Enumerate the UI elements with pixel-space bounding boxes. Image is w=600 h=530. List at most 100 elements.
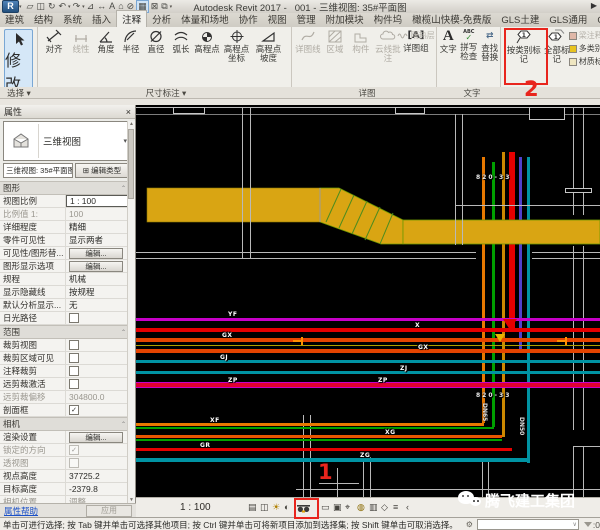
panel-label-text[interactable]: 文字 bbox=[440, 87, 504, 99]
riser-tag[interactable]: DN50 bbox=[518, 417, 525, 435]
pipe-tag[interactable]: X bbox=[415, 323, 420, 329]
tab-manage[interactable]: 管理 bbox=[292, 11, 321, 27]
pipe-tag[interactable]: ZG bbox=[360, 453, 370, 459]
pipe-gx-1[interactable] bbox=[136, 338, 600, 342]
type-selector[interactable]: 三维视图 ▾ bbox=[3, 121, 131, 161]
pipe-bottom-red[interactable] bbox=[136, 448, 512, 451]
pipe-bottom-orange-2[interactable] bbox=[136, 435, 502, 438]
spot-slope-button[interactable]: 高程点坡度 bbox=[253, 29, 284, 63]
target-elevation-value[interactable]: -2379.8 bbox=[66, 483, 129, 495]
undo-caret-icon[interactable]: ▾ bbox=[68, 4, 71, 10]
pipe-tag[interactable]: ZJ bbox=[400, 366, 408, 372]
find-replace-button[interactable]: ⇄ 查找替换 bbox=[480, 29, 500, 62]
pipe-x[interactable] bbox=[136, 328, 600, 332]
sun-path-icon[interactable]: ☀ bbox=[272, 502, 280, 513]
tab-systems[interactable]: 系统 bbox=[58, 11, 87, 27]
pipe-zp[interactable] bbox=[136, 383, 600, 387]
section-graphics[interactable]: 图形⌃ bbox=[0, 181, 129, 195]
panel-label-select[interactable]: 选择 ▾ bbox=[0, 87, 38, 99]
section-box-checkbox[interactable]: ✓ bbox=[69, 405, 79, 415]
red-wye-fitting[interactable] bbox=[503, 319, 517, 330]
pipe-tag[interactable]: YF bbox=[228, 312, 237, 318]
detail-level-icon[interactable]: ▤ bbox=[248, 502, 257, 513]
tab-gls-general[interactable]: GLS通用 bbox=[544, 11, 592, 27]
text-button[interactable]: A 文字 bbox=[439, 29, 458, 54]
drawing-viewport[interactable]: YF X GX GX GJ ZJ ZP ZP XF XG GR ZG 820-3… bbox=[136, 105, 600, 497]
spot-elevation-button[interactable]: 高程点 bbox=[194, 29, 220, 54]
temp-view-props-icon[interactable]: ▥ bbox=[369, 502, 378, 513]
detail-line-button[interactable]: 详图线 bbox=[295, 29, 321, 54]
constraints-icon[interactable]: ≡ bbox=[393, 502, 398, 512]
tab-insert[interactable]: 插入 bbox=[87, 11, 116, 27]
unlocked-view-icon[interactable]: ⌖ bbox=[345, 502, 350, 513]
pipe-bottom-green-2[interactable] bbox=[136, 439, 502, 441]
visual-style-icon[interactable]: ◫ bbox=[260, 502, 269, 513]
pipe-olive[interactable] bbox=[136, 345, 600, 346]
view-instance-combo[interactable]: 三维视图: 35#平面图∨ bbox=[3, 163, 73, 178]
scroll-up-icon[interactable]: ▲ bbox=[128, 121, 135, 127]
apply-button[interactable]: 应用 bbox=[86, 505, 132, 517]
crop-region-icon[interactable]: ▣ bbox=[333, 502, 342, 513]
close-icon[interactable]: × bbox=[126, 107, 131, 117]
section-camera[interactable]: 相机⌃ bbox=[0, 417, 129, 431]
pipe-tag[interactable]: XG bbox=[385, 430, 396, 436]
panel-label-detail[interactable]: 详图 bbox=[294, 87, 440, 99]
riser-tag-band[interactable]: 820-33 bbox=[476, 174, 511, 181]
sun-path-checkbox[interactable] bbox=[69, 313, 79, 323]
scrollbar-thumb[interactable] bbox=[128, 129, 134, 199]
pipe-tag[interactable]: ZP bbox=[378, 378, 388, 384]
title-scroll-arrow-icon[interactable]: ▶ bbox=[591, 1, 597, 10]
reveal-hidden-icon[interactable]: ◍ bbox=[357, 502, 365, 513]
insulation-button[interactable]: 隔热层 bbox=[397, 29, 435, 42]
tab-gls-civil[interactable]: GLS土建 bbox=[496, 11, 544, 27]
pipe-tag[interactable]: GJ bbox=[220, 355, 228, 361]
shadows-icon[interactable]: ◐ bbox=[284, 502, 289, 512]
pipe-tag[interactable]: ZP bbox=[228, 378, 238, 384]
radius-dim-button[interactable]: 半径 bbox=[119, 29, 143, 54]
tab-annotate[interactable]: 注释 bbox=[116, 10, 147, 27]
section-extents[interactable]: 范围⌃ bbox=[0, 325, 129, 339]
display-options-edit-button[interactable]: 编辑... bbox=[69, 261, 123, 272]
angle-dim-button[interactable]: 角度 bbox=[94, 29, 118, 54]
arc-length-dim-button[interactable]: 弧长 bbox=[169, 29, 193, 54]
region-button[interactable]: 区域 bbox=[323, 29, 347, 54]
filter-icon[interactable] bbox=[584, 522, 592, 527]
pipe-bottom-orange-1[interactable] bbox=[136, 423, 484, 426]
tab-glsmodel[interactable]: 橄榄山快模-免费版 bbox=[407, 11, 496, 27]
aligned-dim-button[interactable]: 对齐 bbox=[40, 29, 68, 54]
crop-view-checkbox[interactable] bbox=[69, 340, 79, 350]
discipline-value[interactable]: 机械 bbox=[66, 273, 129, 285]
far-clip-checkbox[interactable] bbox=[69, 379, 79, 389]
switch-windows-caret-icon[interactable]: ▾ bbox=[170, 4, 173, 10]
worksharing-icon[interactable]: ⚙ bbox=[466, 520, 473, 529]
tab-structure[interactable]: 结构 bbox=[29, 11, 58, 27]
linear-dim-button[interactable]: 线性 bbox=[69, 29, 93, 54]
detail-level-value[interactable]: 精细 bbox=[66, 221, 129, 233]
properties-scrollbar[interactable]: ▲ ▼ bbox=[127, 121, 135, 503]
yellow-fitting[interactable] bbox=[495, 334, 505, 342]
pipe-yf[interactable] bbox=[136, 318, 600, 321]
spell-check-button[interactable]: ABC✓ 拼写检查 bbox=[459, 29, 479, 61]
properties-help-link[interactable]: 属性帮助 bbox=[4, 505, 38, 517]
riser-tag[interactable]: DN65 bbox=[481, 403, 488, 421]
pipe-tag[interactable]: GR bbox=[200, 443, 211, 449]
displacement-icon[interactable]: ◇ bbox=[381, 502, 388, 513]
tab-massing-site[interactable]: 体量和场地 bbox=[176, 11, 234, 27]
tab-analyze[interactable]: 分析 bbox=[147, 11, 176, 27]
riser-tag-band[interactable]: 820-33 bbox=[476, 392, 511, 399]
crop-view-icon[interactable]: ▭ bbox=[321, 502, 330, 513]
analysis-display-value[interactable]: 无 bbox=[66, 299, 129, 311]
app-menu-caret-icon[interactable]: ▾ bbox=[19, 4, 22, 10]
tab-view[interactable]: 视图 bbox=[263, 11, 292, 27]
hidden-lines-value[interactable]: 按规程 bbox=[66, 286, 129, 298]
render-settings-edit-button[interactable]: 编辑... bbox=[69, 432, 123, 443]
edit-type-button[interactable]: ⊞ 编辑类型 bbox=[75, 163, 129, 178]
eye-elevation-value[interactable]: 37725.2 bbox=[66, 470, 129, 482]
view-scale-value[interactable]: 1 : 100 bbox=[66, 195, 129, 207]
tab-addins[interactable]: 附加模块 bbox=[321, 11, 369, 27]
vg-edit-button[interactable]: 编辑... bbox=[69, 248, 123, 259]
parts-visibility-value[interactable]: 显示两者 bbox=[66, 234, 129, 246]
component-button[interactable]: 构件 bbox=[349, 29, 373, 54]
tab-architecture[interactable]: 建筑 bbox=[0, 11, 29, 27]
panel-label-dimension[interactable]: 尺寸标注 ▾ bbox=[38, 87, 294, 99]
